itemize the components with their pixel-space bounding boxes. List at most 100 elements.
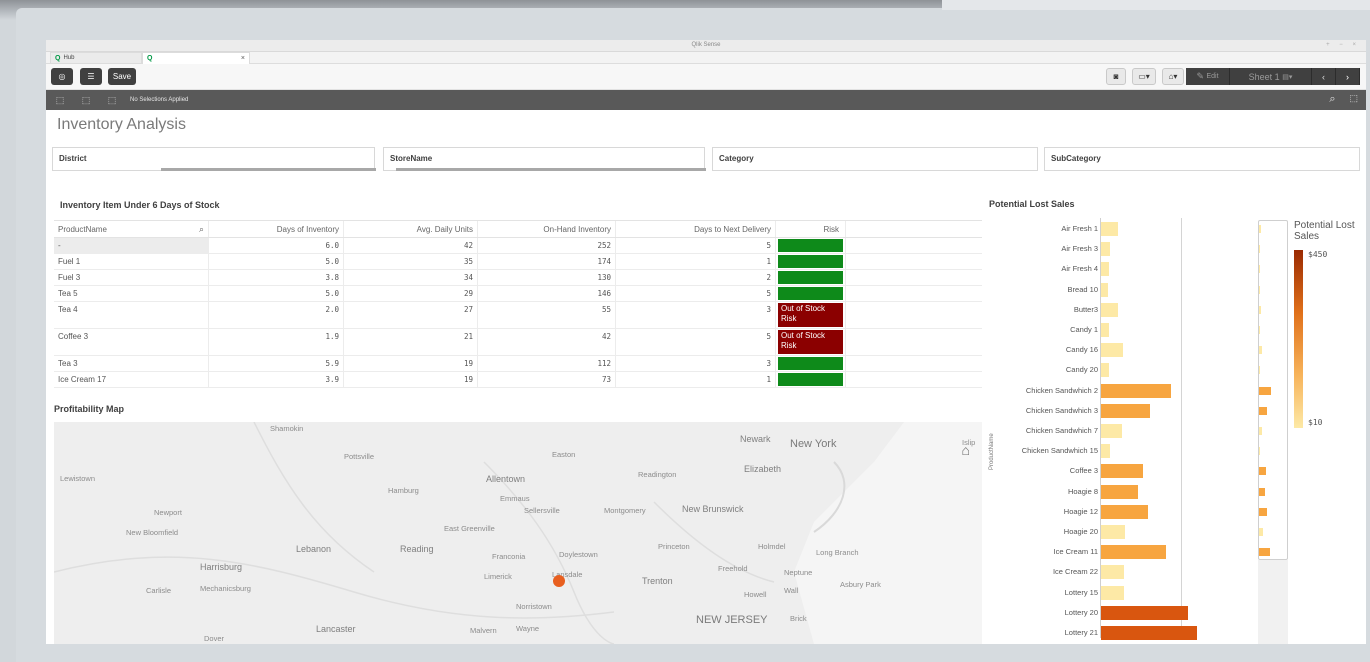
cell-on-hand-inventory[interactable]: 55 (478, 302, 616, 328)
bar[interactable] (1101, 363, 1109, 378)
cell-days-of-inventory[interactable]: 5.9 (209, 356, 344, 371)
bar[interactable] (1101, 383, 1171, 398)
cell-days-to-next-delivery[interactable]: 5 (616, 238, 776, 253)
bookmark-button[interactable]: ⌂▾ (1162, 68, 1184, 85)
cell-days-of-inventory[interactable]: 6.0 (209, 238, 344, 253)
cell-productname[interactable]: Fuel 1 (54, 254, 209, 269)
cell-days-to-next-delivery[interactable]: 3 (616, 356, 776, 371)
cell-productname[interactable]: Tea 5 (54, 286, 209, 301)
step-forward-icon[interactable]: ⬚ (78, 95, 94, 106)
bar[interactable] (1101, 403, 1150, 418)
profitability-map[interactable]: Shamokin Pottsville Lewistown Hamburg Allent… (54, 422, 982, 644)
column-header-days-of-inventory[interactable]: Days of Inventory (209, 221, 344, 237)
cell-days-of-inventory[interactable]: 2.0 (209, 302, 344, 328)
save-button[interactable]: Save (108, 68, 136, 85)
bar[interactable] (1101, 262, 1109, 277)
cell-on-hand-inventory[interactable]: 146 (478, 286, 616, 301)
bar[interactable] (1101, 545, 1166, 560)
cell-productname[interactable]: Tea 4 (54, 302, 209, 328)
bar[interactable] (1101, 424, 1122, 438)
cell-days-of-inventory[interactable]: 5.0 (209, 254, 344, 269)
close-tab-icon[interactable]: × (241, 55, 245, 62)
filter-subcategory[interactable]: SubCategory (1044, 147, 1360, 171)
cell-on-hand-inventory[interactable]: 42 (478, 329, 616, 355)
table-row[interactable]: Fuel 1 5.0 35 174 1 (54, 254, 982, 270)
table-row[interactable]: Fuel 3 3.8 34 130 2 (54, 270, 982, 286)
cell-avg-daily-units[interactable]: 34 (344, 270, 478, 285)
table-row[interactable]: Tea 5 5.0 29 146 5 (54, 286, 982, 302)
clear-selections-icon[interactable]: ⬚ (104, 95, 120, 106)
cell-days-of-inventory[interactable]: 5.0 (209, 286, 344, 301)
table-row[interactable]: Tea 3 5.9 19 112 3 (54, 356, 982, 372)
table-row[interactable]: Tea 4 2.0 27 55 3 Out of Stock Risk (54, 302, 982, 329)
filter-category[interactable]: Category (712, 147, 1038, 171)
cell-avg-daily-units[interactable]: 21 (344, 329, 478, 355)
filter-district[interactable]: District (52, 147, 376, 171)
bar[interactable] (1101, 525, 1126, 539)
table-row[interactable]: -6.0 42 252 5 (54, 238, 982, 254)
cell-days-to-next-delivery[interactable]: 5 (616, 329, 776, 355)
tab-hub[interactable]: Q Hub (50, 52, 142, 64)
cell-avg-daily-units[interactable]: 19 (344, 372, 478, 387)
lost-sales-chart[interactable]: ProductName Air Fresh 1 Air Fresh 3 Air Fr… (988, 210, 1366, 644)
cell-avg-daily-units[interactable]: 35 (344, 254, 478, 269)
bar[interactable] (1101, 242, 1110, 257)
cell-days-to-next-delivery[interactable]: 1 (616, 254, 776, 269)
column-header-productname[interactable]: ProductName ⌕ (54, 221, 209, 237)
navigation-menu-button[interactable]: ◎ (51, 68, 73, 85)
cell-on-hand-inventory[interactable]: 174 (478, 254, 616, 269)
column-header-on-hand-inventory[interactable]: On-Hand Inventory (478, 221, 616, 237)
bar[interactable] (1101, 626, 1197, 640)
cell-days-to-next-delivery[interactable]: 5 (616, 286, 776, 301)
column-header-days-to-next-delivery[interactable]: Days to Next Delivery (616, 221, 776, 237)
cell-avg-daily-units[interactable]: 19 (344, 356, 478, 371)
present-button[interactable]: ▭▾ (1132, 68, 1156, 85)
cell-productname[interactable]: Tea 3 (54, 356, 209, 371)
cell-days-of-inventory[interactable]: 3.9 (209, 372, 344, 387)
bar[interactable] (1101, 484, 1138, 499)
cell-on-hand-inventory[interactable]: 130 (478, 270, 616, 285)
cell-days-to-next-delivery[interactable]: 3 (616, 302, 776, 328)
cell-avg-daily-units[interactable]: 27 (344, 302, 478, 328)
cell-productname[interactable]: - (54, 238, 209, 253)
cell-productname[interactable]: Coffee 3 (54, 329, 209, 355)
bar[interactable] (1101, 464, 1143, 479)
cell-on-hand-inventory[interactable]: 73 (478, 372, 616, 387)
cell-productname[interactable]: Fuel 3 (54, 270, 209, 285)
column-header-avg-daily-units[interactable]: Avg. Daily Units (344, 221, 478, 237)
cell-on-hand-inventory[interactable]: 112 (478, 356, 616, 371)
filter-storename[interactable]: StoreName (383, 147, 706, 171)
bar[interactable] (1101, 343, 1123, 358)
cell-days-to-next-delivery[interactable]: 2 (616, 270, 776, 285)
next-sheet-button[interactable]: › (1336, 68, 1360, 85)
bar[interactable] (1101, 282, 1108, 297)
smart-search-icon[interactable]: ⬚ (1349, 93, 1358, 106)
map-location-marker[interactable] (553, 575, 565, 587)
bar[interactable] (1101, 323, 1109, 337)
tab-app[interactable]: Q × (142, 52, 250, 64)
table-row[interactable]: Coffee 3 1.9 21 42 5 Out of Stock Risk (54, 329, 982, 356)
cell-productname[interactable]: Ice Cream 17 (54, 372, 209, 387)
chart-scroll-thumb[interactable] (1258, 220, 1288, 560)
cell-on-hand-inventory[interactable]: 252 (478, 238, 616, 253)
global-menu-button[interactable]: ☰ (80, 68, 102, 85)
edit-button[interactable]: ✎ Edit (1186, 68, 1230, 85)
bar[interactable] (1101, 222, 1119, 236)
column-header-risk[interactable]: Risk (776, 221, 846, 237)
home-icon[interactable]: ⌂ (962, 442, 970, 458)
filter-scrollbar[interactable] (396, 168, 706, 171)
bar[interactable] (1101, 605, 1189, 620)
search-icon[interactable]: ⌕ (199, 224, 204, 235)
window-controls[interactable]: + − × (1326, 42, 1360, 48)
chart-scroll-track[interactable] (1258, 560, 1288, 644)
table-row[interactable]: Ice Cream 17 3.9 19 73 1 (54, 372, 982, 388)
step-back-icon[interactable]: ⬚ (52, 95, 68, 106)
cell-days-to-next-delivery[interactable]: 1 (616, 372, 776, 387)
previous-sheet-button[interactable]: ‹ (1312, 68, 1336, 85)
bar[interactable] (1101, 565, 1124, 580)
sheet-selector[interactable]: Sheet 1 ▤▾ (1230, 68, 1312, 85)
filter-scrollbar[interactable] (161, 168, 376, 171)
cell-avg-daily-units[interactable]: 29 (344, 286, 478, 301)
search-icon[interactable]: ⌕ (1329, 93, 1335, 106)
bar[interactable] (1101, 302, 1118, 317)
